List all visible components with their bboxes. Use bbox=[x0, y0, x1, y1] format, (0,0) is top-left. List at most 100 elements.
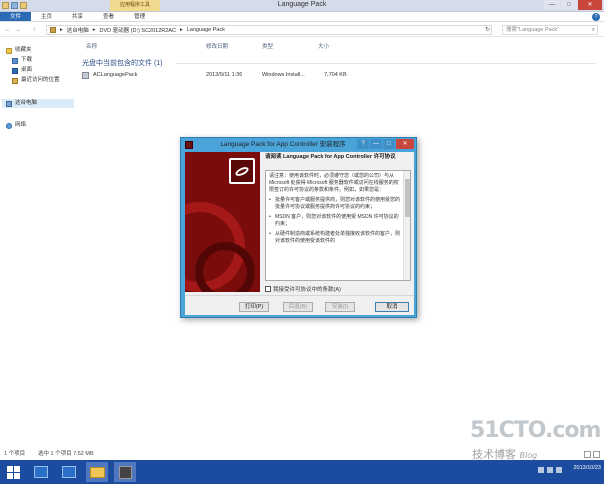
navigation-pane: 收藏夹 下载 桌面 最近访问的位置 这台电脑 网络 bbox=[0, 38, 75, 444]
network-icon bbox=[6, 122, 12, 129]
breadcrumb-dvd-drive[interactable]: DVD 驱动器 (D:) SC2012R2AC bbox=[100, 26, 176, 34]
powershell-icon bbox=[62, 466, 76, 478]
watermark-blog-cn: 技术博客 bbox=[472, 448, 516, 461]
folder-icon bbox=[89, 466, 105, 478]
network-tray-icon[interactable] bbox=[547, 467, 553, 473]
dialog-controls: ? — □ ✕ bbox=[357, 139, 414, 149]
search-icon[interactable]: ⌕ bbox=[592, 26, 595, 34]
group-header[interactable]: 光盘中当前包含的文件 (1) bbox=[82, 58, 163, 68]
scrollbar-thumb[interactable] bbox=[405, 179, 410, 217]
file-name: ACLanguagePack bbox=[93, 72, 138, 78]
tab-view[interactable]: 查看 bbox=[93, 12, 124, 21]
license-bullet: 从硬件制造商或系统构建者处单独接收该软件的客户，则对该软件的使用受该软件的 bbox=[269, 231, 400, 245]
file-type: Windows Install... bbox=[262, 72, 305, 78]
column-header-size[interactable]: 大小 bbox=[318, 42, 329, 50]
watermark-blog-en: Blog bbox=[519, 451, 538, 460]
file-modified: 2013/9/11 1:36 bbox=[206, 72, 243, 78]
dialog-help-button[interactable]: ? bbox=[357, 139, 369, 149]
view-buttons bbox=[584, 451, 600, 458]
details-view-icon[interactable] bbox=[584, 451, 591, 458]
dialog-button-bar: 打印(P) 后退(B) 安装(I) 取消 bbox=[185, 295, 414, 315]
license-paragraph: 请注意：使用该软件时，必须遵守您（或您的公司）与从 Microsoft 处获得 … bbox=[269, 173, 399, 193]
large-icons-view-icon[interactable] bbox=[593, 451, 600, 458]
dialog-minimize-button[interactable]: — bbox=[370, 139, 382, 149]
search-input[interactable]: 搜索"Language Pack" ⌕ bbox=[502, 25, 598, 35]
back-arrow-icon[interactable]: ← bbox=[4, 26, 12, 34]
license-bullet: 批量许可客户或服务提供商，则您对该软件的使用受您的批量许可协议或服务提供商许可协… bbox=[269, 197, 400, 211]
breadcrumb-language-pack[interactable]: Language Pack bbox=[187, 27, 225, 33]
tab-home[interactable]: 主页 bbox=[31, 12, 62, 21]
license-bullet: MSDN 客户，则您对该软件的使用受 MSDN 许可协议的约束； bbox=[269, 214, 400, 228]
breadcrumb-this-pc[interactable]: 这台电脑 bbox=[67, 26, 89, 34]
dialog-body: 请阅读 Language Pack for App Controller 许可协… bbox=[185, 152, 414, 315]
license-text-box[interactable]: 请注意：使用该软件时，必须遵守您（或您的公司）与从 Microsoft 处获得 … bbox=[265, 170, 411, 281]
minimize-button[interactable]: — bbox=[544, 0, 560, 10]
installer-icon bbox=[82, 72, 89, 79]
ribbon-tabs: 文件 主页 共享 查看 管理 ? bbox=[0, 12, 604, 22]
server-manager-icon bbox=[34, 466, 48, 478]
file-row[interactable]: ACLanguagePack 2013/9/11 1:36 Windows In… bbox=[80, 71, 380, 80]
up-arrow-icon[interactable]: ↑ bbox=[30, 26, 38, 34]
accept-license-option[interactable]: 我接受许可协议中的条款(A) bbox=[265, 285, 341, 293]
start-button[interactable] bbox=[2, 462, 24, 482]
maximize-button[interactable]: □ bbox=[561, 0, 577, 10]
accept-checkbox[interactable] bbox=[265, 286, 271, 292]
column-header-modified[interactable]: 修改日期 bbox=[206, 42, 228, 50]
app-controller-logo-icon bbox=[229, 158, 255, 184]
tab-file[interactable]: 文件 bbox=[0, 12, 32, 21]
banner-shape bbox=[195, 242, 255, 292]
nav-label: 收藏夹 bbox=[15, 47, 32, 53]
flag-icon[interactable] bbox=[538, 467, 544, 473]
breadcrumb-separator: ▸ bbox=[60, 27, 63, 33]
address-bar[interactable]: ▸ 这台电脑 ▸ DVD 驱动器 (D:) SC2012R2AC ▸ Langu… bbox=[46, 25, 492, 35]
taskbar-setup[interactable] bbox=[114, 462, 136, 482]
license-heading: 请阅读 Language Pack for App Controller 许可协… bbox=[265, 154, 396, 160]
dialog-title-bar[interactable]: Language Pack for App Controller 安装程序 ? … bbox=[181, 138, 416, 152]
nav-item-favorites[interactable]: 收藏夹 bbox=[6, 46, 32, 55]
column-header-type[interactable]: 类型 bbox=[262, 42, 273, 50]
nav-label: 桌面 bbox=[21, 67, 33, 73]
print-button[interactable]: 打印(P) bbox=[239, 302, 269, 312]
install-button[interactable]: 安装(I) bbox=[325, 302, 355, 312]
nav-label: 最近访问的位置 bbox=[21, 77, 60, 83]
column-header-name[interactable]: 名称 bbox=[86, 42, 97, 50]
taskbar-file-explorer[interactable] bbox=[86, 462, 108, 482]
forward-arrow-icon[interactable]: → bbox=[14, 26, 22, 34]
group-divider bbox=[176, 63, 596, 64]
dialog-close-button[interactable]: ✕ bbox=[396, 139, 414, 149]
nav-item-downloads[interactable]: 下载 bbox=[12, 56, 32, 65]
nav-label: 网络 bbox=[15, 122, 27, 128]
clock-date: 2013/10/23 bbox=[573, 465, 601, 471]
selection-info: 选中 1 个项目 7.52 MB bbox=[38, 451, 94, 457]
title-bar: 应用程序工具 Language Pack — □ ✕ bbox=[0, 0, 604, 12]
volume-icon[interactable] bbox=[556, 467, 562, 473]
search-placeholder: 搜索"Language Pack" bbox=[506, 27, 560, 33]
tab-manage[interactable]: 管理 bbox=[124, 12, 155, 21]
nav-item-this-pc[interactable]: 这台电脑 bbox=[2, 99, 74, 108]
help-icon[interactable]: ? bbox=[592, 13, 600, 21]
back-button[interactable]: 后退(B) bbox=[283, 302, 313, 312]
breadcrumb-separator: ▸ bbox=[179, 27, 183, 33]
clock[interactable]: 2013/10/23 bbox=[573, 464, 601, 472]
item-count: 1 个项目 bbox=[4, 451, 26, 457]
computer-icon bbox=[6, 100, 12, 107]
taskbar-server-manager[interactable] bbox=[30, 462, 52, 482]
tab-share[interactable]: 共享 bbox=[62, 12, 93, 21]
nav-item-network[interactable]: 网络 bbox=[6, 121, 26, 130]
watermark-51cto: 51CTO.com bbox=[470, 418, 601, 443]
recent-places-icon bbox=[12, 77, 18, 84]
system-tray bbox=[538, 467, 562, 473]
dialog-title: Language Pack for App Controller 安装程序 bbox=[220, 141, 346, 148]
windows-logo-icon bbox=[6, 465, 20, 479]
installer-dialog: Language Pack for App Controller 安装程序 ? … bbox=[180, 137, 417, 318]
close-button[interactable]: ✕ bbox=[578, 0, 602, 10]
nav-item-desktop[interactable]: 桌面 bbox=[12, 66, 32, 75]
dialog-maximize-button[interactable]: □ bbox=[383, 139, 395, 149]
refresh-icon[interactable]: ↻ bbox=[485, 26, 490, 33]
taskbar-powershell[interactable] bbox=[58, 462, 80, 482]
license-content: 请阅读 Language Pack for App Controller 许可协… bbox=[265, 154, 413, 293]
nav-item-recent[interactable]: 最近访问的位置 bbox=[12, 76, 60, 85]
cancel-button[interactable]: 取消 bbox=[375, 302, 409, 312]
window-title: Language Pack bbox=[277, 1, 327, 8]
license-scrollbar[interactable] bbox=[403, 171, 410, 280]
